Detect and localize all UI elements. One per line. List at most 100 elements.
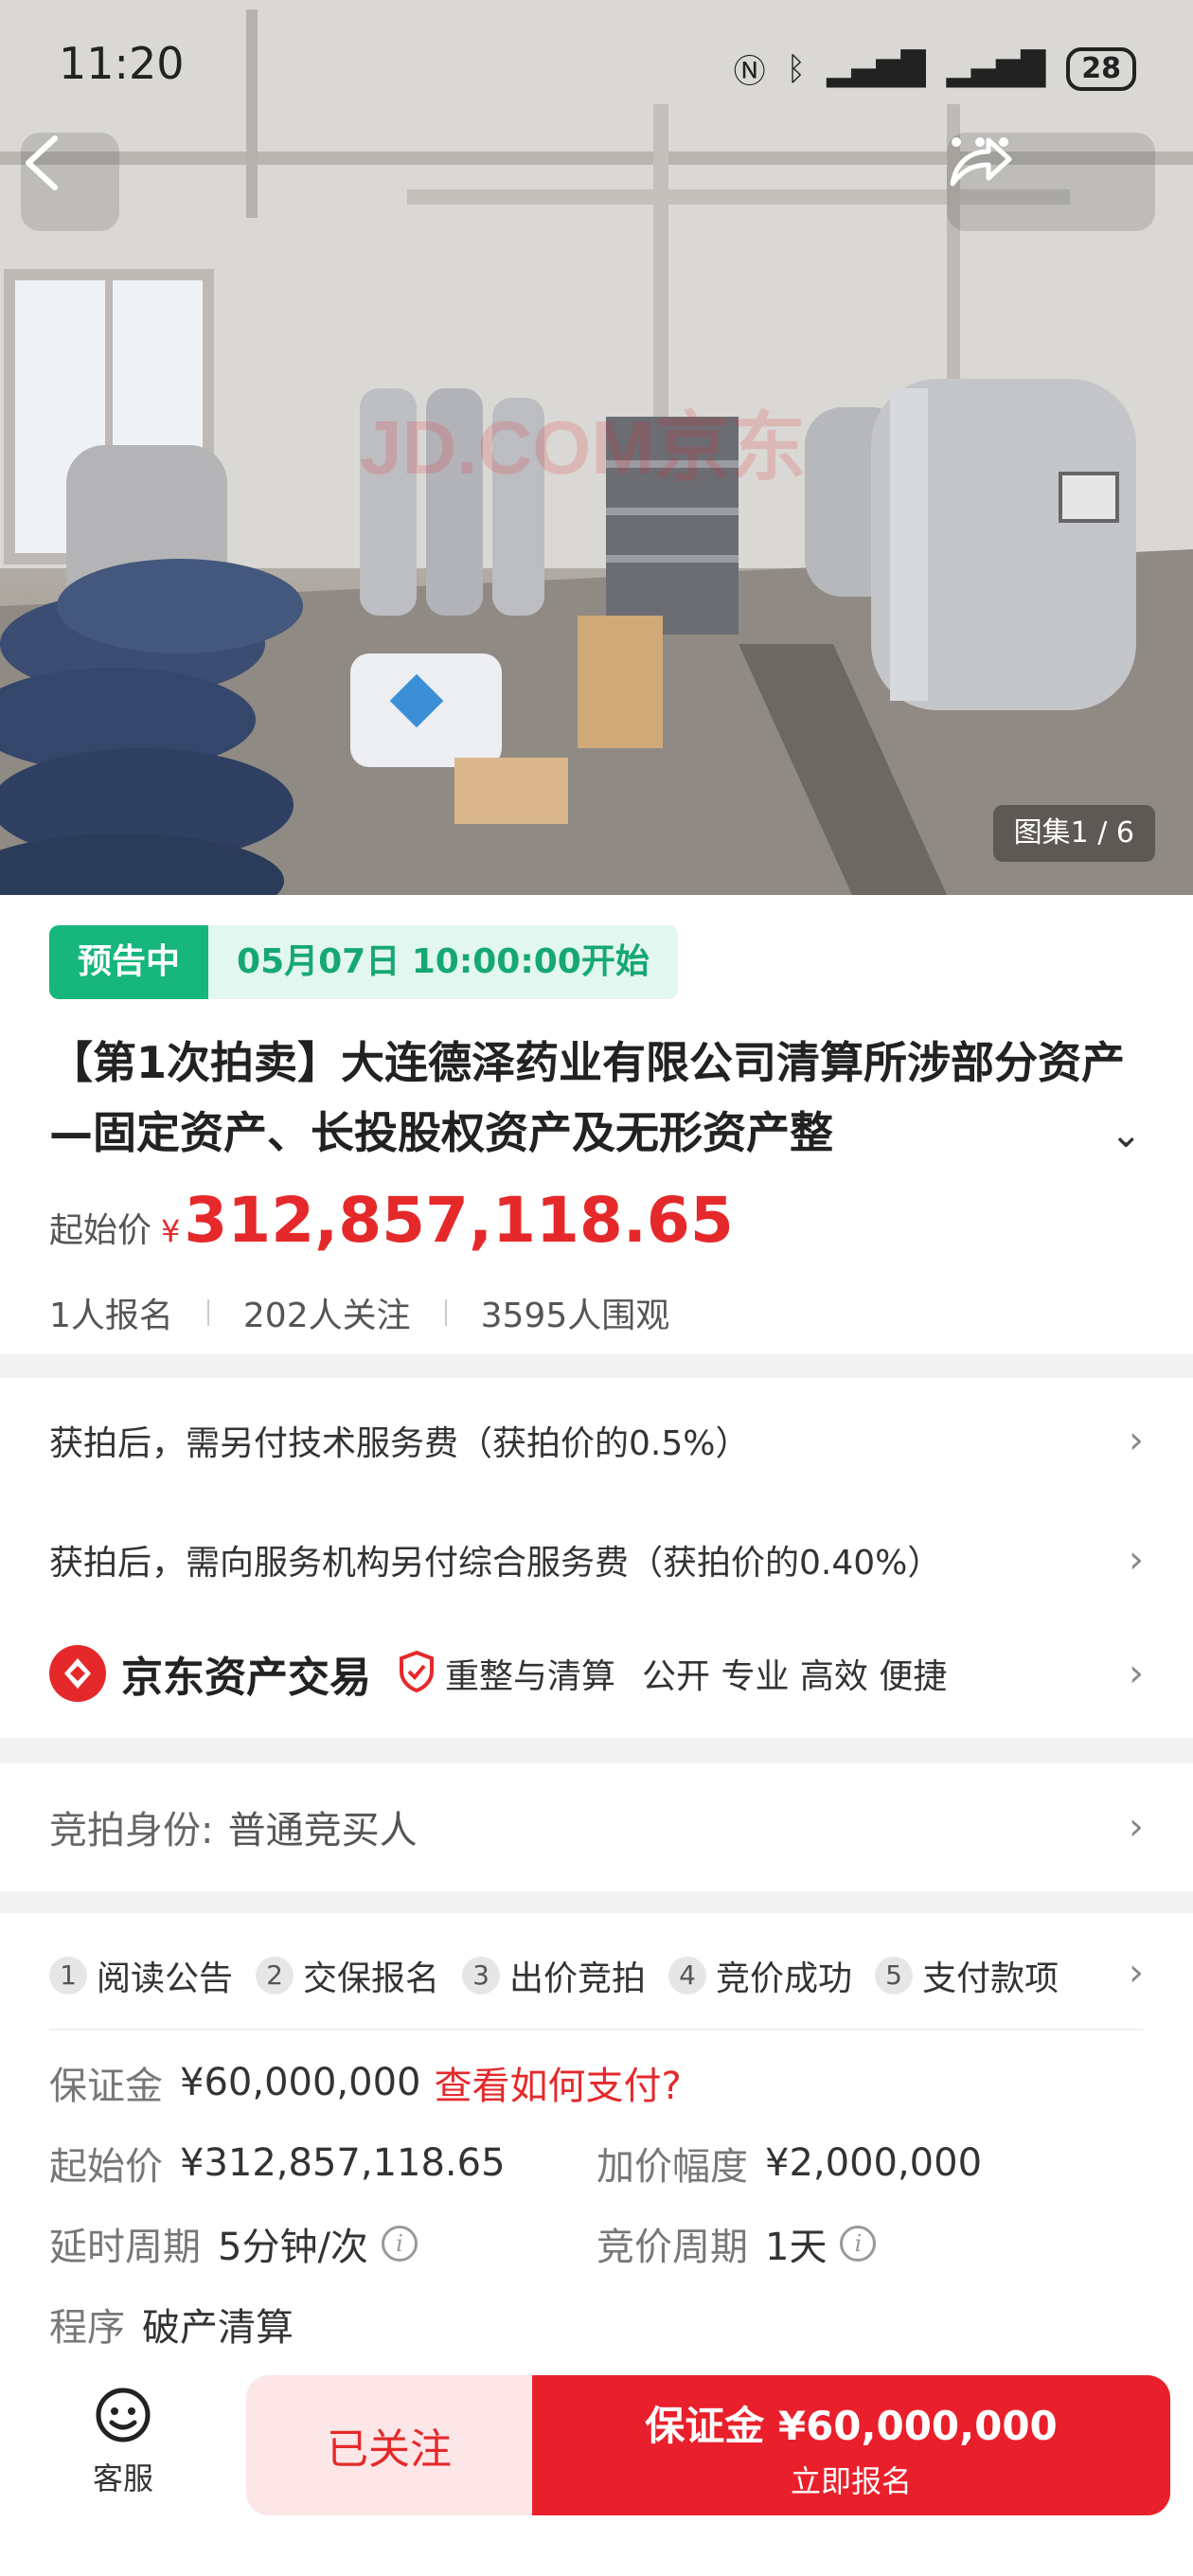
start-price-value: 312,857,118.65 <box>184 1184 734 1257</box>
chevron-right-icon: › <box>1129 1805 1144 1849</box>
step-number: 2 <box>256 1957 294 1995</box>
stat-divider <box>206 1299 209 1326</box>
jd-asset-logo-icon <box>49 1645 106 1702</box>
increment-detail: 加价幅度 ¥2,000,000 <box>596 2136 982 2191</box>
procedure-detail: 程序 破产清算 <box>49 2297 294 2352</box>
divider <box>49 2029 1144 2030</box>
gallery-current: 1 <box>1070 816 1089 850</box>
signup-label: 立即报名 <box>790 2463 912 2499</box>
how-to-pay-link[interactable]: 查看如何支付? <box>434 2055 681 2110</box>
identity-row[interactable]: 竞拍身份: 普通竞买人 › <box>49 1799 1144 1854</box>
gallery-label: 图集 <box>1013 816 1071 850</box>
increment-value: ¥2,000,000 <box>765 2141 983 2185</box>
cycle-detail: 竞价周期 1天 i <box>596 2216 877 2271</box>
cycle-label: 竞价周期 <box>596 2226 748 2269</box>
detail-start-price-value: ¥312,857,118.65 <box>180 2141 506 2185</box>
step-item: 5 支付款项 <box>875 1951 1059 2000</box>
procedure-value: 破产清算 <box>142 2306 294 2350</box>
stat-divider <box>444 1299 447 1326</box>
increment-label: 加价幅度 <box>596 2145 748 2189</box>
fees-section: 获拍后，需另付技术服务费（获拍价的0.5%） › 获拍后，需向服务机构另付综合服… <box>0 1378 1193 1738</box>
signup-deposit-text: 保证金 ¥60,000,000 <box>645 2403 1058 2449</box>
gallery-counter[interactable]: 图集1 / 6 <box>992 805 1155 862</box>
service-fee-text: 获拍后，需向服务机构另付综合服务费（获拍价的0.40%） <box>49 1544 942 1583</box>
tech-fee-row[interactable]: 获拍后，需另付技术服务费（获拍价的0.5%） › <box>49 1416 1144 1465</box>
deposit-row: 保证金 ¥60,000,000 查看如何支付? <box>49 2055 682 2110</box>
step-number: 5 <box>875 1957 914 1995</box>
back-button[interactable] <box>21 133 119 231</box>
preview-banner: 预告中 05月07日 10:00:00开始 <box>49 925 678 999</box>
step-label: 支付款项 <box>922 1959 1059 1998</box>
customer-service-label: 客服 <box>92 2460 153 2496</box>
platform-name: 京东资产交易 <box>121 1654 371 1702</box>
step-label: 竞价成功 <box>716 1959 853 1998</box>
identity-label: 竞拍身份: <box>49 1809 214 1852</box>
shield-check-icon <box>398 1650 436 1696</box>
step-number: 3 <box>462 1957 501 1995</box>
step-number: 1 <box>49 1957 87 1995</box>
deposit-value: ¥60,000,000 <box>180 2061 421 2104</box>
smiley-chat-icon <box>96 2388 151 2442</box>
step-label: 出价竞拍 <box>509 1959 647 1998</box>
stat-registered: 1人报名 <box>49 1297 173 1335</box>
auction-title: 【第1次拍卖】大连德泽药业有限公司清算所涉部分资产—固定资产、长投股权资产及无形… <box>49 1037 1126 1158</box>
chevron-right-icon: › <box>1129 1419 1144 1462</box>
chevron-left-icon <box>26 135 58 190</box>
bluetooth-icon: ᛒ <box>786 49 807 88</box>
step-label: 交保报名 <box>303 1959 440 1998</box>
auction-detail-page: JD.COM京东 11:20 Ⓝ ᛒ ▂▄▆█ ▂▄▆█ 28 图集1 / 6 … <box>0 0 1193 2576</box>
more-icon[interactable] <box>947 133 1013 152</box>
process-steps[interactable]: 1 阅读公告 2 交保报名 3 出价竞拍 4 竞价成功 5 支付款项 <box>49 1951 1108 2000</box>
stat-followers: 202人关注 <box>242 1297 411 1335</box>
step-number: 4 <box>668 1957 707 1995</box>
bottom-action-bar: 客服 已关注 保证金 ¥60,000,000 立即报名 <box>0 2368 1193 2576</box>
info-icon[interactable]: i <box>840 2226 877 2262</box>
share-more-buttons <box>947 133 1155 231</box>
status-time: 11:20 <box>59 38 185 89</box>
hero-gallery-image[interactable]: JD.COM京东 11:20 Ⓝ ᛒ ▂▄▆█ ▂▄▆█ 28 图集1 / 6 <box>0 0 1193 895</box>
bidder-identity-section[interactable]: 竞拍身份: 普通竞买人 › <box>0 1763 1193 1891</box>
watermark-text: JD.COM京东 <box>360 405 806 490</box>
tech-fee-text: 获拍后，需另付技术服务费（获拍价的0.5%） <box>49 1424 750 1463</box>
delay-label: 延时周期 <box>49 2226 201 2269</box>
signal2-icon: ▂▄▆█ <box>946 49 1046 88</box>
deposit-label: 保证金 <box>49 2065 163 2108</box>
platform-info: 京东资产交易 重整与清算 公开 专业 高效 便捷 <box>49 1643 947 1704</box>
service-fee-row[interactable]: 获拍后，需向服务机构另付综合服务费（获拍价的0.40%） › <box>49 1535 1144 1584</box>
chevron-right-icon: › <box>1129 1538 1144 1582</box>
auction-stats: 1人报名 202人关注 3595人围观 <box>49 1288 669 1337</box>
step-label: 阅读公告 <box>97 1959 234 1998</box>
chevron-right-icon[interactable]: › <box>1129 1951 1144 1995</box>
auction-info-card: 预告中 05月07日 10:00:00开始 【第1次拍卖】大连德泽药业有限公司清… <box>0 895 1193 1354</box>
customer-service-button[interactable]: 客服 <box>57 2387 189 2498</box>
info-icon[interactable]: i <box>381 2226 418 2262</box>
battery-icon: 28 <box>1066 46 1136 91</box>
platform-row[interactable]: 京东资产交易 重整与清算 公开 专业 高效 便捷 › <box>49 1643 1144 1704</box>
gallery-total: 6 <box>1115 816 1134 850</box>
signal-icon: ▂▄▆█ <box>827 49 926 88</box>
start-price-row: 起始价 ¥ 312,857,118.65 <box>49 1184 734 1257</box>
procedure-label: 程序 <box>49 2306 125 2350</box>
step-item: 2 交保报名 <box>256 1951 439 2000</box>
signup-button[interactable]: 保证金 ¥60,000,000 立即报名 <box>532 2375 1170 2515</box>
nfc-icon: Ⓝ <box>733 53 766 91</box>
status-icons: Ⓝ ᛒ ▂▄▆█ ▂▄▆█ 28 <box>734 45 1136 92</box>
status-badge: 预告中 <box>49 925 209 999</box>
detail-start-price-label: 起始价 <box>49 2145 163 2189</box>
step-item: 3 出价竞拍 <box>462 1951 646 2000</box>
start-price-label: 起始价 <box>49 1211 152 1250</box>
identity-info: 竞拍身份: 普通竞买人 <box>49 1799 418 1854</box>
identity-value: 普通竞买人 <box>227 1809 418 1852</box>
delay-value: 5分钟/次 <box>218 2226 368 2269</box>
start-price-detail: 起始价 ¥312,857,118.65 <box>49 2136 506 2191</box>
expand-title-icon[interactable]: ⌄ <box>1110 1113 1142 1156</box>
step-item: 4 竞价成功 <box>668 1951 852 2000</box>
auction-details-section: 1 阅读公告 2 交保报名 3 出价竞拍 4 竞价成功 5 支付款项 › 保证金 ¥60,… <box>0 1913 1193 2387</box>
currency-symbol: ¥ <box>161 1213 181 1249</box>
chevron-right-icon: › <box>1129 1652 1144 1695</box>
follow-button[interactable]: 已关注 <box>246 2375 532 2515</box>
platform-tagline: 公开 专业 高效 便捷 <box>642 1657 948 1696</box>
platform-badge: 重整与清算 <box>445 1657 616 1696</box>
start-time: 05月07日 10:00:00开始 <box>208 925 678 999</box>
cycle-value: 1天 <box>765 2226 828 2269</box>
